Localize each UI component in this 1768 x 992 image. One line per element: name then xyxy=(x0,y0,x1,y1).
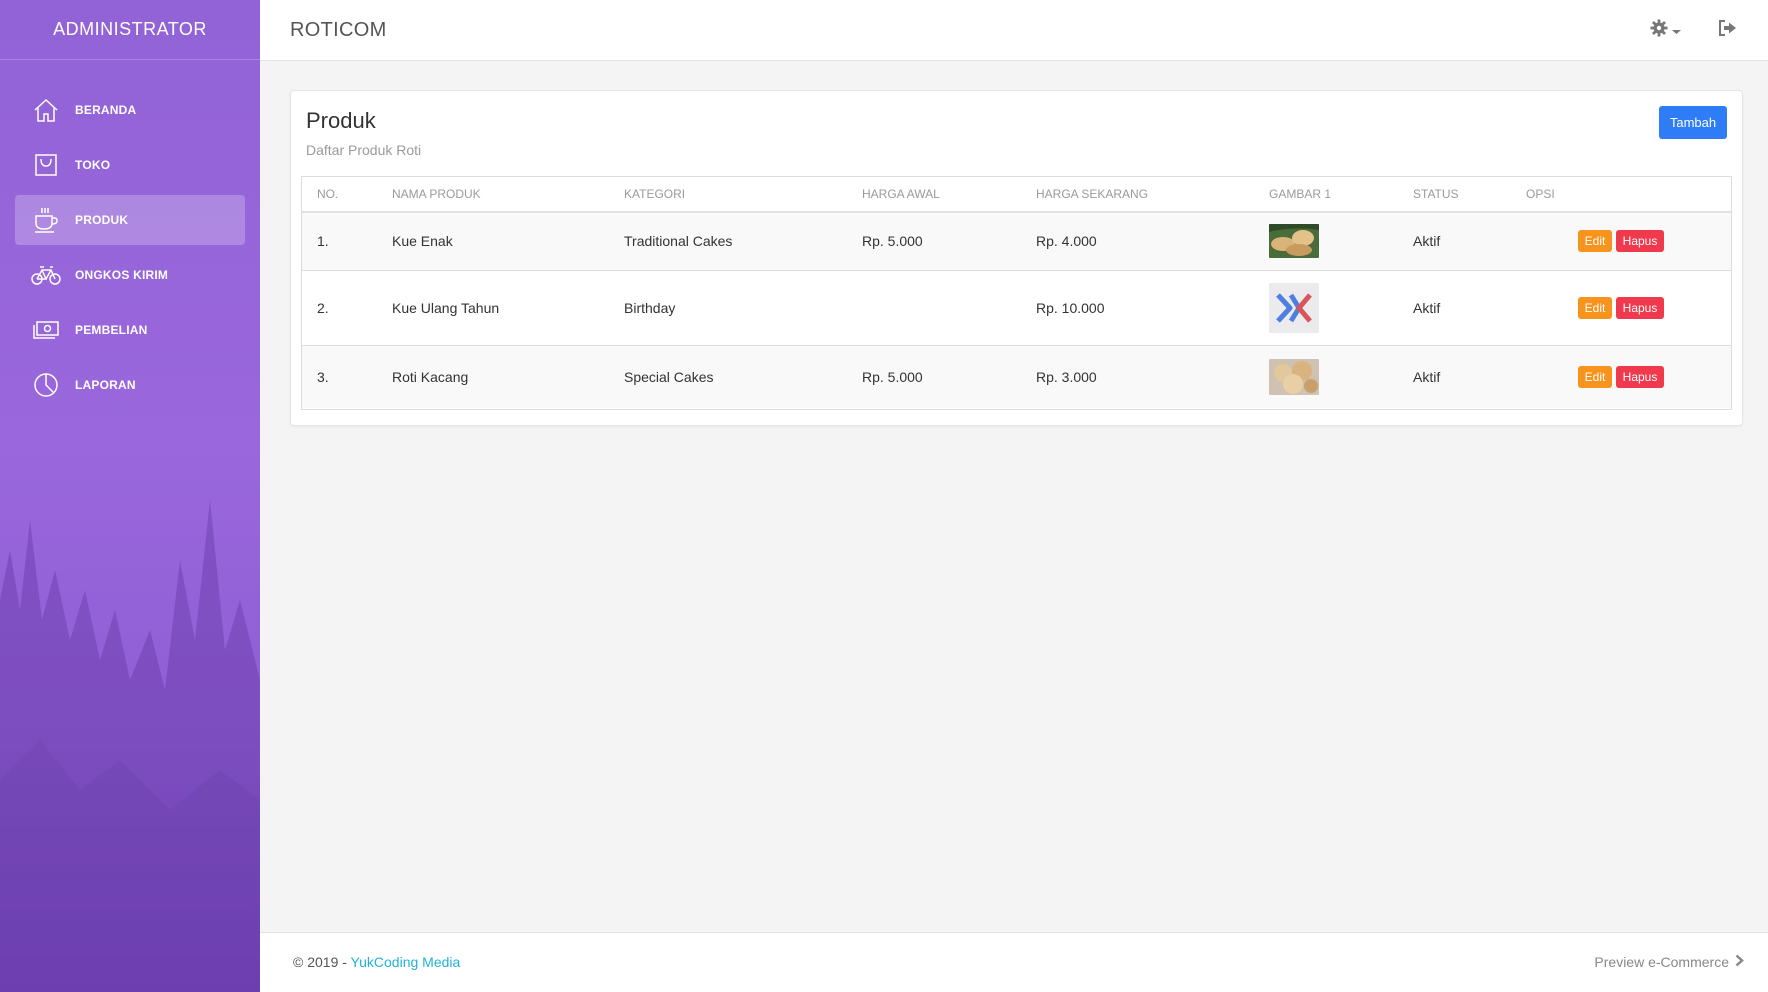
sidebar-item-pembelian[interactable]: PEMBELIAN xyxy=(15,305,245,355)
cell-options: Edit Hapus xyxy=(1526,270,1731,346)
sidebar-item-beranda[interactable]: BERANDA xyxy=(15,85,245,135)
column-header-name: NAMA PRODUK xyxy=(392,177,624,213)
sidebar-item-label: PRODUK xyxy=(75,213,129,227)
product-thumbnail[interactable] xyxy=(1269,224,1319,259)
sidebar-nav: BERANDA TOKO PRODUK ONGKOS KIRIM PEMBELI… xyxy=(0,85,260,410)
sidebar-item-toko[interactable]: TOKO xyxy=(15,140,245,190)
cell-category: Birthday xyxy=(624,270,862,346)
sidebar-item-laporan[interactable]: LAPORAN xyxy=(15,360,245,410)
table-row: 1. Kue Enak Traditional Cakes Rp. 5.000 … xyxy=(302,212,1731,271)
footer: © 2019 - YukCoding Media Preview e-Comme… xyxy=(260,932,1768,992)
cell-name: Kue Enak xyxy=(392,212,624,271)
bicycle-icon xyxy=(31,261,61,289)
delete-button[interactable]: Hapus xyxy=(1616,365,1664,388)
cell-status: Aktif xyxy=(1413,270,1526,346)
cell-image xyxy=(1269,270,1413,346)
cell-no: 3. xyxy=(317,368,329,385)
money-icon xyxy=(31,316,61,344)
copyright-text: © 2019 - xyxy=(293,954,351,970)
table-row: 2. Kue Ulang Tahun Birthday Rp. 10.000 A… xyxy=(302,270,1731,346)
cell-price-current: Rp. 10.000 xyxy=(1036,270,1269,346)
column-header-no: NO. xyxy=(302,177,392,213)
footer-copyright: © 2019 - YukCoding Media xyxy=(293,954,460,970)
cell-status: Aktif xyxy=(1413,212,1526,271)
cell-options: Edit Hapus xyxy=(1526,345,1731,408)
table-header-row: NO. NAMA PRODUK KATEGORI HARGA AWAL HARG… xyxy=(302,177,1731,213)
cell-price-initial: Rp. 5.000 xyxy=(862,368,923,385)
sidebar-item-label: PEMBELIAN xyxy=(75,323,148,337)
edit-button[interactable]: Edit xyxy=(1578,365,1612,388)
settings-dropdown[interactable] xyxy=(1650,19,1681,42)
sign-out-icon xyxy=(1719,20,1737,40)
footer-link[interactable]: YukCoding Media xyxy=(351,954,461,970)
product-card: Produk Daftar Produk Roti Tambah NO. NAM… xyxy=(290,90,1743,426)
cell-no: 1. xyxy=(302,212,392,271)
cell-price-initial xyxy=(862,270,1036,346)
preview-label: Preview e-Commerce xyxy=(1594,954,1729,970)
chevron-right-icon xyxy=(1735,954,1744,970)
product-table: NO. NAMA PRODUK KATEGORI HARGA AWAL HARG… xyxy=(301,176,1732,410)
column-header-category: KATEGORI xyxy=(624,177,862,213)
sidebar: ADMINISTRATOR BERANDA TOKO PRODUK ONGKOS… xyxy=(0,0,260,992)
cell-image xyxy=(1269,345,1413,408)
card-title: Produk xyxy=(306,108,376,133)
forest-background xyxy=(0,500,260,992)
preview-ecommerce-link[interactable]: Preview e-Commerce xyxy=(1594,954,1744,970)
shopping-bag-icon xyxy=(31,151,61,179)
delete-button[interactable]: Hapus xyxy=(1616,296,1664,319)
cell-price-current: Rp. 4.000 xyxy=(1036,212,1269,271)
column-header-price-initial: HARGA AWAL xyxy=(862,177,1036,213)
cell-price-current: Rp. 3.000 xyxy=(1036,368,1097,385)
column-header-price-current: HARGA SEKARANG xyxy=(1036,177,1269,213)
table-row: 3. Roti Kacang Special Cakes Rp. 5.000 R… xyxy=(302,345,1731,408)
column-header-status: STATUS xyxy=(1413,177,1526,213)
edit-button[interactable]: Edit xyxy=(1578,296,1612,319)
coffee-cup-icon xyxy=(31,206,61,234)
cell-status: Aktif xyxy=(1413,368,1441,385)
sidebar-item-label: TOKO xyxy=(75,158,111,172)
delete-button[interactable]: Hapus xyxy=(1616,230,1664,253)
sidebar-item-produk[interactable]: PRODUK xyxy=(15,195,245,245)
cell-name: Roti Kacang xyxy=(392,368,469,385)
logout-button[interactable] xyxy=(1719,20,1737,41)
add-product-button[interactable]: Tambah xyxy=(1659,106,1727,139)
cell-no: 2. xyxy=(302,270,392,346)
sidebar-item-label: LAPORAN xyxy=(75,378,136,392)
product-thumbnail[interactable] xyxy=(1269,358,1319,395)
product-thumbnail[interactable] xyxy=(1269,282,1319,333)
sidebar-item-label: ONGKOS KIRIM xyxy=(75,268,169,282)
column-header-options: OPSI xyxy=(1526,177,1731,213)
cell-image xyxy=(1269,212,1413,271)
cell-price-initial: Rp. 5.000 xyxy=(862,212,1036,271)
pie-chart-icon xyxy=(31,371,61,399)
cell-category: Traditional Cakes xyxy=(624,212,862,271)
sidebar-item-ongkos-kirim[interactable]: ONGKOS KIRIM xyxy=(15,250,245,300)
navbar-brand[interactable]: ROTICOM xyxy=(290,19,387,42)
cell-category: Special Cakes xyxy=(624,368,714,385)
edit-button[interactable]: Edit xyxy=(1578,230,1612,253)
caret-down-icon xyxy=(1672,22,1681,40)
card-subtitle: Daftar Produk Roti xyxy=(306,142,422,158)
top-navbar: ROTICOM xyxy=(260,0,1768,61)
sidebar-brand[interactable]: ADMINISTRATOR xyxy=(0,0,260,60)
sidebar-item-label: BERANDA xyxy=(75,103,137,117)
gear-icon xyxy=(1650,19,1668,42)
cell-options: Edit Hapus xyxy=(1526,212,1731,271)
column-header-image: GAMBAR 1 xyxy=(1269,177,1413,213)
home-icon xyxy=(31,96,61,124)
cell-name: Kue Ulang Tahun xyxy=(392,270,624,346)
